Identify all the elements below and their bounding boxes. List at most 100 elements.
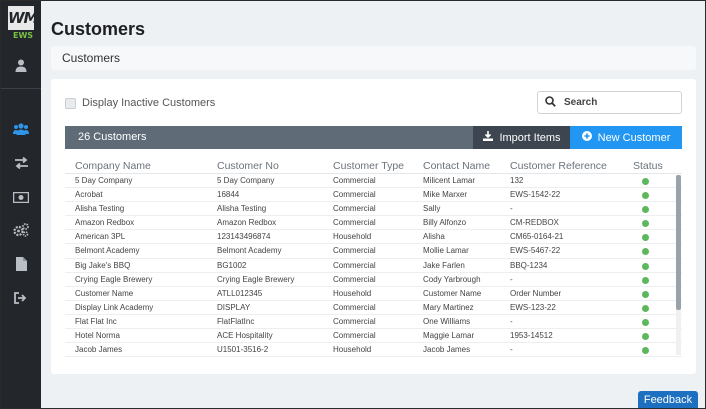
app-logo[interactable]: WM EWS	[8, 6, 38, 42]
main-content: Customers Customers Display Inactive Cus…	[41, 1, 705, 408]
table-row[interactable]: 5 Day Company 5 Day Company Commercial Mili…	[65, 174, 682, 189]
cell-customer-type: Household	[333, 232, 372, 242]
cell-customer-no: FlatFlatInc	[217, 316, 255, 326]
cell-contact-name: Billy Alfonzo	[423, 218, 467, 228]
table-row[interactable]: Flat Flat Inc FlatFlatInc Commercial One Wi…	[65, 315, 682, 330]
cell-contact-name: Jacob James	[423, 345, 471, 355]
table-row[interactable]: Hotel Norma ACE Hospitality Commercial Magg…	[65, 329, 682, 344]
plus-circle-icon	[581, 131, 592, 144]
logo-sub: EWS	[13, 31, 34, 40]
search-icon	[545, 94, 556, 112]
sidebar-divider	[1, 88, 41, 89]
sidebar-item-transfers[interactable]	[1, 152, 41, 174]
status-active-dot	[642, 276, 649, 284]
status-active-dot	[642, 347, 649, 355]
feedback-button[interactable]: Feedback	[638, 391, 698, 408]
col-status[interactable]: Status	[633, 160, 663, 172]
cell-customer-no: 5 Day Company	[217, 176, 275, 185]
gears-icon	[13, 223, 29, 237]
cell-customer-no: ATLL012345	[217, 288, 263, 298]
cell-customer-no: BG1002	[217, 260, 247, 270]
cell-customer-no: 123143496874	[217, 232, 271, 242]
table-body: 5 Day Company 5 Day Company Commercial Mili…	[65, 174, 682, 357]
cell-contact-name: Mike Marxer	[423, 190, 468, 200]
cell-customer-reference: Order Number	[510, 288, 562, 298]
inactive-filter[interactable]: Display Inactive Customers	[65, 97, 215, 109]
table-row[interactable]: Crying Eagle Brewery Crying Eagle Brewery…	[65, 273, 682, 287]
logout-icon	[14, 292, 28, 304]
cell-company-name: Belmont Academy	[75, 246, 140, 256]
cell-customer-type: Household	[333, 345, 372, 355]
cell-customer-no: ACE Hospitality	[217, 331, 273, 341]
status-active-dot	[642, 178, 649, 185]
cell-company-name: Big Jake's BBQ	[75, 260, 131, 270]
cell-contact-name: Cody Yarbrough	[423, 274, 481, 284]
inactive-checkbox[interactable]	[65, 97, 76, 109]
cell-contact-name: Alisha	[423, 232, 445, 242]
cell-customer-type: Commercial	[333, 316, 376, 326]
status-active-dot	[642, 262, 649, 270]
cell-customer-type: Commercial	[333, 190, 376, 200]
inactive-checkbox-label[interactable]: Display Inactive Customers	[82, 97, 215, 109]
col-company-name[interactable]: Company Name	[75, 160, 151, 172]
sidebar-item-customers[interactable]	[1, 118, 41, 140]
col-customer-type[interactable]: Customer Type	[333, 160, 404, 172]
status-active-dot	[642, 206, 649, 214]
cell-company-name: Amazon Redbox	[75, 218, 135, 228]
sidebar-item-profile[interactable]	[1, 54, 41, 76]
import-items-button[interactable]: Import Items	[473, 126, 571, 149]
cell-customer-reference: CM-REDBOX	[510, 218, 559, 228]
table-row[interactable]: Big Jake's BBQ BG1002 Commercial Jake Farle…	[65, 259, 682, 273]
cell-customer-reference: -	[510, 345, 513, 355]
cell-contact-name: Mollie Lamar	[423, 246, 469, 256]
col-contact-name[interactable]: Contact Name	[423, 160, 490, 172]
cell-company-name: 5 Day Company	[75, 176, 133, 185]
status-active-dot	[642, 318, 649, 326]
table-row[interactable]: Amazon Redbox Amazon Redbox Commercial Bill…	[65, 216, 682, 231]
customers-card: Display Inactive Customers Search 26 Cus…	[51, 79, 696, 374]
sidebar-item-billing[interactable]	[1, 186, 41, 208]
cell-company-name: Jacob James	[75, 345, 123, 355]
cell-contact-name: Sally	[423, 204, 441, 214]
status-active-dot	[642, 333, 649, 341]
sidebar-item-settings[interactable]	[1, 219, 41, 241]
table-row[interactable]: Customer Name ATLL012345 Household Customer…	[65, 287, 682, 301]
scrollbar-thumb[interactable]	[676, 175, 681, 310]
sidebar-item-logout[interactable]	[1, 287, 41, 309]
search-placeholder: Search	[564, 97, 598, 108]
table-row[interactable]: Acrobat 16844 Commercial Mike Marxer EWS-154…	[65, 188, 682, 203]
new-customer-button[interactable]: New Customer	[570, 126, 682, 149]
table-row[interactable]: Alisha Testing Alisha Testing Commercial Sa…	[65, 202, 682, 217]
table-row[interactable]: Display Link Academy DISPLAY Commercial Mar…	[65, 301, 682, 315]
cell-customer-type: Commercial	[333, 176, 376, 185]
table-header: Company Name Customer No Customer Type C…	[65, 156, 682, 174]
table-scrollbar[interactable]	[676, 175, 681, 355]
cell-customer-reference: EWS-5467-22	[510, 246, 561, 256]
cell-customer-type: Commercial	[333, 246, 376, 256]
cell-company-name: Display Link Academy	[75, 302, 154, 312]
cell-customer-type: Commercial	[333, 302, 376, 312]
table-row[interactable]: Belmont Academy Belmont Academy Commercial…	[65, 244, 682, 259]
cell-customer-type: Household	[333, 288, 372, 298]
customers-table: Company Name Customer No Customer Type C…	[65, 156, 682, 357]
status-active-dot	[642, 234, 649, 242]
col-customer-reference[interactable]: Customer Reference	[510, 160, 607, 172]
cell-customer-no: 16844	[217, 190, 240, 200]
customers-toolbar: 26 Customers Import Items New Customer	[65, 126, 682, 149]
breadcrumb: Customers	[51, 46, 696, 70]
cell-contact-name: Customer Name	[423, 288, 482, 298]
table-row[interactable]: Jacob James U1501-3516-2 Household Jacob Ja…	[65, 343, 682, 357]
cell-customer-type: Commercial	[333, 218, 376, 228]
cell-company-name: Acrobat	[75, 190, 103, 200]
sidebar: WM EWS	[1, 1, 41, 408]
cell-customer-reference: 132	[510, 176, 524, 185]
cell-customer-reference: 1953-14512	[510, 331, 553, 341]
table-row[interactable]: American 3PL 123143496874 Household Alisha C…	[65, 230, 682, 245]
cell-company-name: Alisha Testing	[75, 204, 125, 214]
col-customer-no[interactable]: Customer No	[217, 160, 279, 172]
status-active-dot	[642, 248, 649, 256]
search-input[interactable]: Search	[537, 91, 682, 114]
sidebar-item-documents[interactable]	[1, 253, 41, 275]
import-items-label: Import Items	[499, 131, 561, 144]
cell-customer-reference: EWS-123-22	[510, 302, 556, 312]
